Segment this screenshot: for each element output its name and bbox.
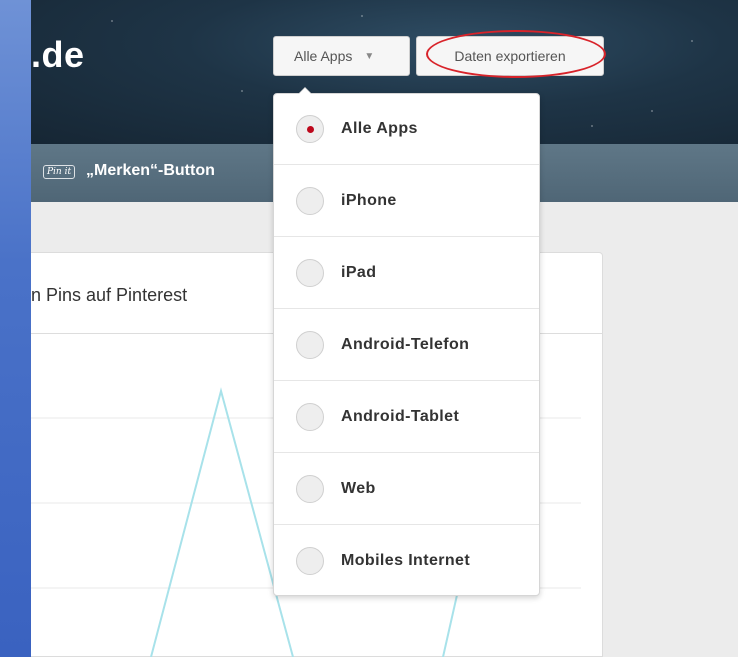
apps-dropdown-label: Alle Apps — [294, 48, 353, 64]
menu-item-iphone[interactable]: iPhone — [274, 166, 539, 237]
caret-down-icon: ▼ — [364, 50, 375, 62]
menu-item-label: Alle Apps — [341, 120, 418, 137]
radio-icon[interactable] — [296, 331, 324, 359]
radio-icon[interactable] — [296, 547, 324, 575]
radio-icon[interactable] — [296, 259, 324, 287]
menu-item-label: Android-Tablet — [341, 408, 460, 425]
menu-item-label: iPad — [341, 264, 377, 281]
desktop-side-strip — [0, 0, 31, 657]
nav-item-merken-button[interactable]: „Merken“-Button — [86, 162, 215, 180]
menu-item-alle-apps[interactable]: Alle Apps — [274, 94, 539, 165]
menu-item-web[interactable]: Web — [274, 454, 539, 525]
card-title: n Pins auf Pinterest — [31, 285, 188, 305]
radio-checked-icon[interactable] — [296, 115, 324, 143]
menu-item-label: iPhone — [341, 192, 397, 209]
chart-series-line — [150, 387, 294, 657]
radio-icon[interactable] — [296, 187, 324, 215]
radio-icon[interactable] — [296, 403, 324, 431]
site-name: .de — [31, 34, 85, 75]
radio-icon[interactable] — [296, 475, 324, 503]
export-button-label: Daten exportieren — [454, 48, 566, 64]
menu-item-android-telefon[interactable]: Android-Telefon — [274, 310, 539, 381]
pin-it-icon: Pin it — [43, 165, 76, 179]
menu-item-mobiles-internet[interactable]: Mobiles Internet — [274, 526, 539, 597]
chart-series-line-right — [442, 594, 458, 657]
menu-item-label: Android-Telefon — [341, 336, 470, 353]
apps-dropdown-menu: Alle Apps iPhone iPad Android-Telefon An… — [273, 87, 540, 597]
menu-item-ipad[interactable]: iPad — [274, 238, 539, 309]
export-data-button[interactable]: Daten exportieren — [416, 36, 604, 76]
menu-item-android-tablet[interactable]: Android-Tablet — [274, 382, 539, 453]
apps-filter-dropdown[interactable]: Alle Apps ▼ — [273, 36, 410, 76]
menu-item-label: Web — [341, 480, 376, 497]
menu-item-label: Mobiles Internet — [341, 552, 471, 569]
